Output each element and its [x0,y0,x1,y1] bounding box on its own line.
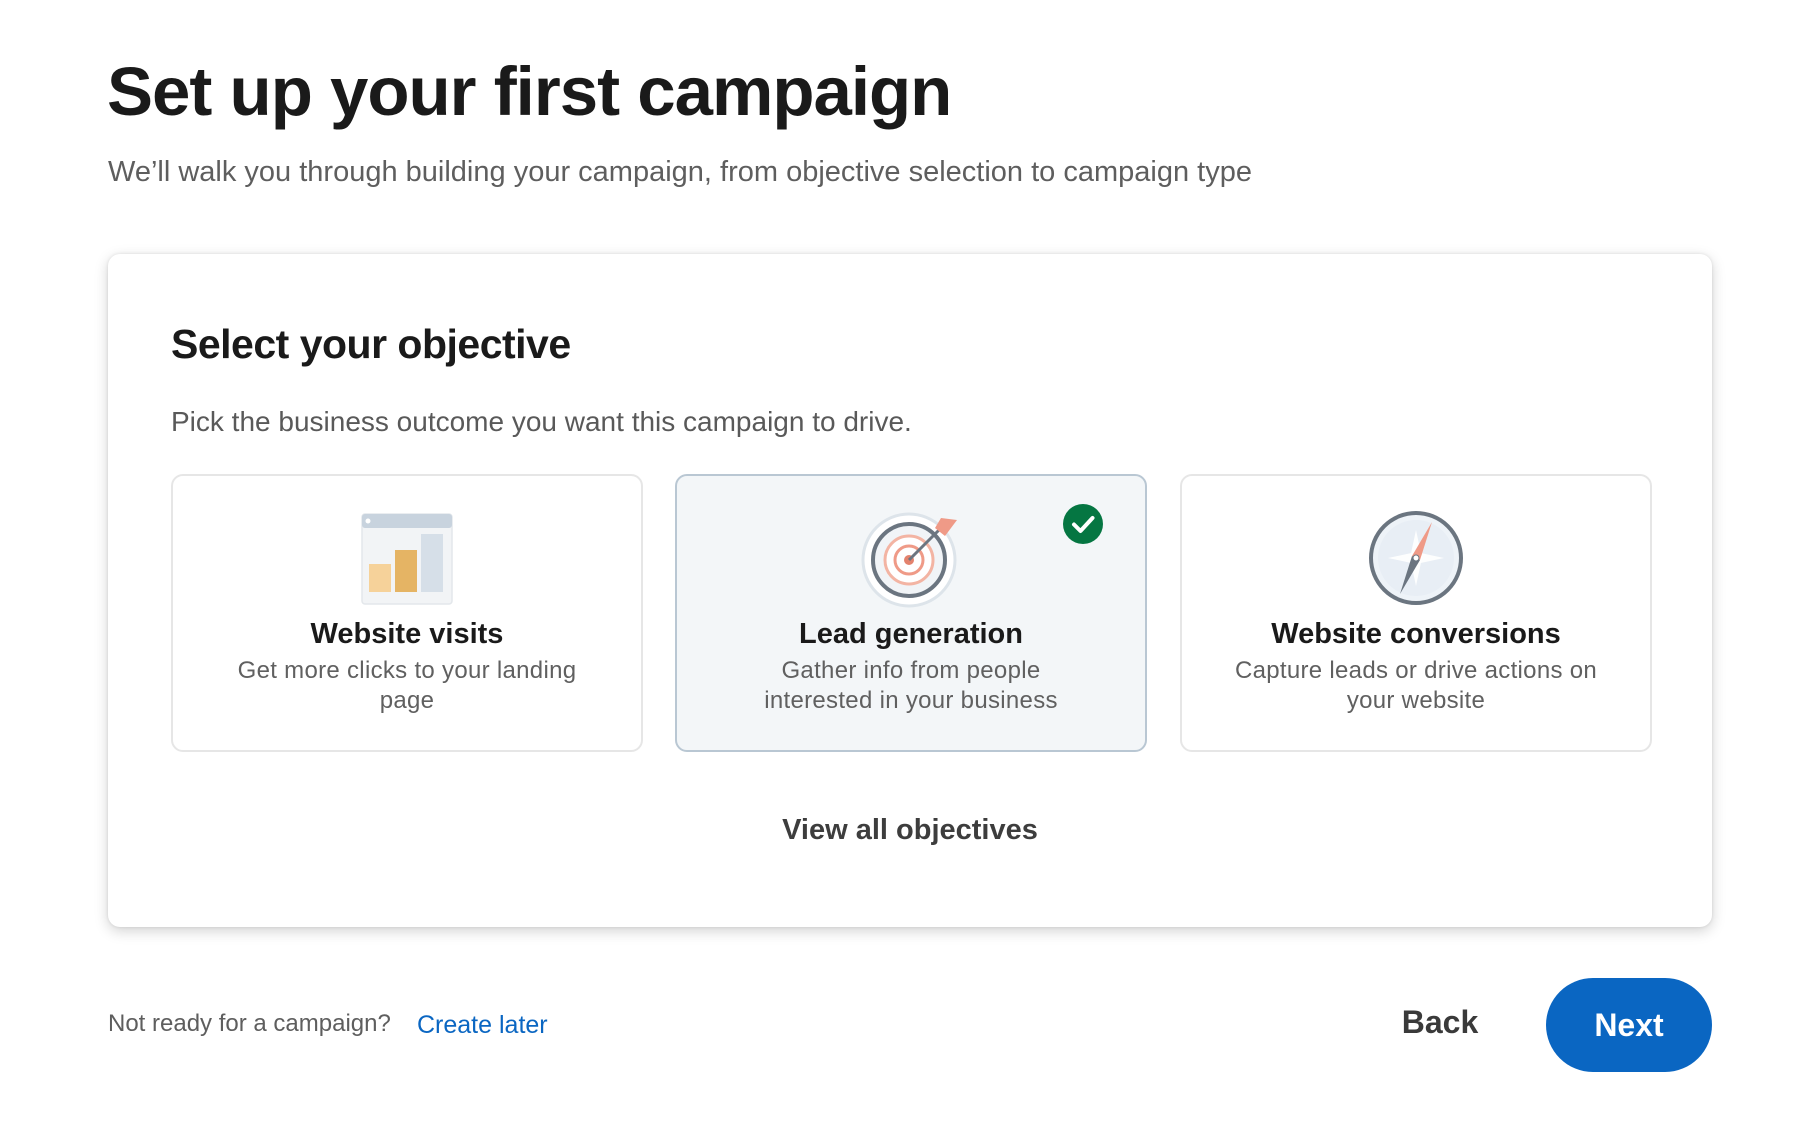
objective-option-website-conversions[interactable]: Website conversions Capture leads or dri… [1180,474,1652,752]
bar-chart-icon [361,513,453,605]
view-all-objectives-link[interactable]: View all objectives [108,812,1712,848]
objective-option-website-visits[interactable]: Website visits Get more clicks to your l… [171,474,643,752]
objective-description: Capture leads or drive actions on your w… [1234,657,1598,714]
target-icon [861,512,957,608]
objective-card: Select your objective Pick the business … [108,254,1712,927]
back-button[interactable]: Back [1375,992,1505,1052]
objective-label: Website conversions [1271,618,1561,650]
not-ready-note: Not ready for a campaign? [108,1010,391,1037]
objective-option-lead-generation[interactable]: Lead generation Gather info from people … [675,474,1147,752]
objective-label: Lead generation [799,618,1023,650]
campaign-setup-page: Set up your first campaign We’ll walk yo… [0,0,1797,1132]
selected-check-icon [1063,504,1103,544]
objective-label: Website visits [310,618,504,650]
objective-options: Website visits Get more clicks to your l… [171,474,1652,752]
objective-description: Get more clicks to your landing page [237,657,577,714]
page-subtitle: We’ll walk you through building your cam… [108,156,1252,188]
next-button[interactable]: Next [1546,978,1712,1072]
card-title: Select your objective [171,321,571,367]
card-description: Pick the business outcome you want this … [171,406,912,437]
create-later-link[interactable]: Create later [417,1009,548,1041]
page-title: Set up your first campaign [107,53,952,130]
objective-description: Gather info from people interested in yo… [764,657,1058,714]
compass-icon [1369,511,1463,605]
